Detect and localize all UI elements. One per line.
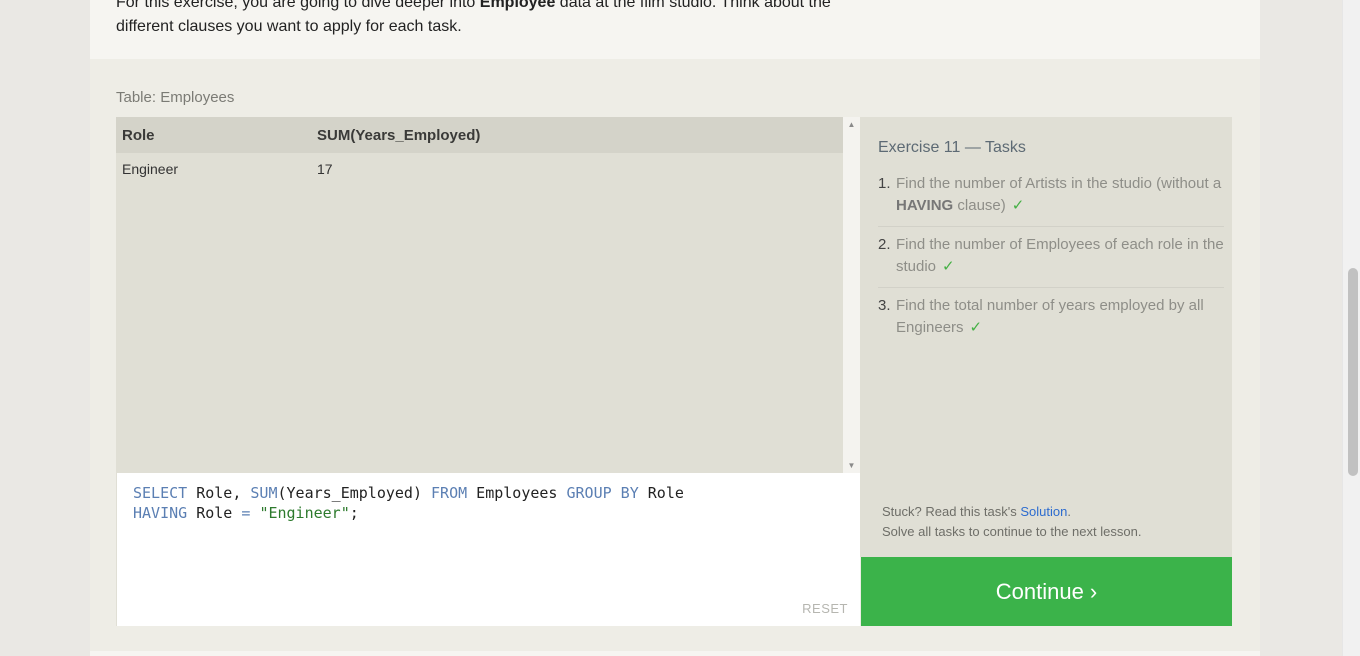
page-scrollbar-thumb[interactable] xyxy=(1348,268,1358,476)
intro-text: For this exercise, you are going to dive… xyxy=(116,0,906,39)
sql-keyword: HAVING xyxy=(133,504,188,522)
column-header-sum: SUM(Years_Employed) xyxy=(317,126,481,144)
table-header-row: Role SUM(Years_Employed) xyxy=(116,117,843,153)
results-scrollbar[interactable]: ▲ ▼ xyxy=(843,117,860,473)
solution-link[interactable]: Solution xyxy=(1020,504,1067,519)
checkmark-icon: ✓ xyxy=(942,258,955,275)
task-number: 3. xyxy=(878,297,891,314)
lesson-card: For this exercise, you are going to dive… xyxy=(90,0,1260,656)
tasks-panel: Exercise 11 — Tasks 1. Find the number o… xyxy=(860,117,1232,557)
checkmark-icon: ✓ xyxy=(1011,197,1025,214)
table-row: Engineer 17 xyxy=(116,153,843,185)
next-section-edge xyxy=(90,651,1260,656)
task-text-part: Find the total number of years employed … xyxy=(896,297,1204,336)
sql-text: (Years_Employed) xyxy=(277,484,432,502)
sql-keyword: SELECT xyxy=(133,484,188,502)
intro-text-part: data at the film studio. Think about the xyxy=(555,0,831,11)
sql-text: ; xyxy=(349,504,359,522)
task-text-part: clause) xyxy=(953,197,1006,214)
page-scrollbar[interactable] xyxy=(1342,0,1360,656)
continue-button[interactable]: Continue › xyxy=(861,557,1232,626)
scroll-down-arrow-icon[interactable]: ▼ xyxy=(843,461,860,470)
task-text: Find the total number of years employed … xyxy=(896,295,1224,339)
task-list: 1. Find the number of Artists in the stu… xyxy=(878,173,1224,349)
sql-text: Role xyxy=(187,504,242,522)
table-cell: Engineer xyxy=(122,161,179,177)
intro-text-line2: different clauses you want to apply for … xyxy=(116,18,462,35)
sql-code[interactable]: SELECT Role, SUM(Years_Employed) FROM Em… xyxy=(133,483,684,523)
task-text-part: Find the number of Artists in the studio… xyxy=(896,175,1222,192)
help-text: Stuck? Read this task's Solution. Solve … xyxy=(882,502,1141,542)
sql-text: Role, xyxy=(187,484,251,502)
checkmark-icon: ✓ xyxy=(969,319,983,336)
task-item: 2. Find the number of Employees of each … xyxy=(878,228,1224,288)
sql-string: "Engineer" xyxy=(259,504,350,522)
stuck-text: . xyxy=(1067,504,1071,519)
tasks-title: Exercise 11 — Tasks xyxy=(878,139,1026,156)
task-number: 1. xyxy=(878,175,891,192)
sql-text: Role xyxy=(638,484,684,502)
scroll-up-arrow-icon[interactable]: ▲ xyxy=(843,120,860,129)
sql-text: Employees xyxy=(467,484,567,502)
stuck-text: Stuck? Read this task's xyxy=(882,504,1021,519)
sql-keyword: FROM xyxy=(431,484,468,502)
intro-text-part: For this exercise, you are going to dive… xyxy=(116,0,480,11)
exercise-intro: For this exercise, you are going to dive… xyxy=(90,0,1260,59)
table-caption: Table: Employees xyxy=(116,89,235,106)
task-bold-term: HAVING xyxy=(896,197,954,214)
results-table: Role SUM(Years_Employed) Engineer 17 xyxy=(116,117,843,473)
task-number: 2. xyxy=(878,236,891,253)
task-text: Find the number of Employees of each rol… xyxy=(896,234,1224,278)
task-text: Find the number of Artists in the studio… xyxy=(896,173,1224,217)
intro-bold-term: Employee xyxy=(479,0,556,11)
page: For this exercise, you are going to dive… xyxy=(0,0,1360,656)
reset-button[interactable]: RESET xyxy=(802,601,848,616)
solve-all-text: Solve all tasks to continue to the next … xyxy=(882,524,1142,539)
sql-editor[interactable]: SELECT Role, SUM(Years_Employed) FROM Em… xyxy=(116,473,860,626)
sql-keyword: GROUP BY xyxy=(566,484,639,502)
task-item: 1. Find the number of Artists in the stu… xyxy=(878,173,1224,227)
sql-keyword: SUM xyxy=(250,484,278,502)
column-header-role: Role xyxy=(122,126,155,144)
table-cell: 17 xyxy=(317,161,333,177)
task-item: 3. Find the total number of years employ… xyxy=(878,289,1224,348)
